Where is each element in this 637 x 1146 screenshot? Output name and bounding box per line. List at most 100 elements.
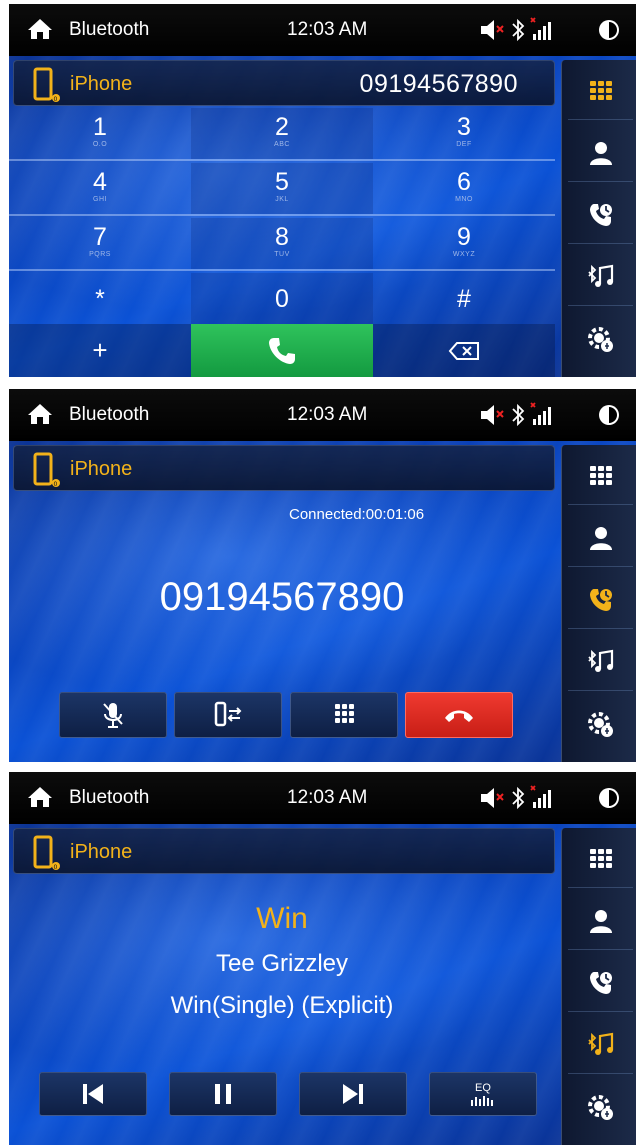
track-album: Win(Single) (Explicit) (170, 992, 394, 1019)
equalizer-icon (471, 1096, 493, 1106)
key-3[interactable]: 3 DEF (373, 108, 555, 159)
dialer-screen: Bluetooth 12:03 AM 0 iPhone 09194567890 … (9, 4, 636, 377)
transfer-audio-button[interactable] (174, 692, 282, 738)
bluetooth-icon (512, 786, 525, 810)
sidebar-item-keypad[interactable] (568, 830, 633, 888)
key-1[interactable]: 1 O.O (9, 108, 191, 159)
sidebar-item-bt-music[interactable] (568, 633, 633, 691)
call-button[interactable] (191, 324, 373, 377)
key-6[interactable]: 6 MNO (373, 163, 555, 214)
svg-text:0: 0 (54, 864, 58, 871)
mute-mic-button[interactable] (59, 692, 167, 738)
signal-icon (530, 17, 551, 40)
home-icon[interactable] (27, 786, 53, 808)
call-status: Connected:00:01:06 (289, 506, 425, 523)
mic-mute-icon (103, 703, 123, 728)
sidebar (561, 445, 636, 762)
phone-transfer-icon (214, 701, 242, 727)
svg-text:0: 0 (54, 481, 58, 488)
top-bar: Bluetooth 12:03 AM (9, 4, 636, 56)
previous-track-button[interactable] (39, 1072, 147, 1116)
phone-device-icon: 0 (33, 835, 60, 871)
sidebar-item-bt-music[interactable] (568, 248, 633, 306)
device-bar: 0 iPhone 09194567890 (13, 60, 555, 106)
keypad-row: 1 O.O 2 ABC 3 DEF (9, 108, 555, 161)
status-icons (481, 402, 551, 427)
hang-up-button[interactable] (405, 692, 513, 738)
pause-button[interactable] (169, 1072, 277, 1116)
track-artist: Tee Grizzley (215, 950, 349, 977)
track-title: Win (256, 902, 308, 935)
sidebar-item-settings[interactable] (568, 310, 633, 368)
status-icons (481, 785, 551, 810)
keypad-icon (335, 704, 354, 723)
top-bar: Bluetooth 12:03 AM (9, 772, 636, 824)
key-5[interactable]: 5 JKL (191, 163, 373, 214)
mute-icon (481, 405, 504, 425)
call-controls: + (9, 324, 555, 377)
pause-icon (215, 1084, 231, 1104)
key-hash[interactable]: # (373, 273, 555, 326)
home-icon[interactable] (27, 18, 53, 40)
status-icons (481, 17, 551, 42)
bt-music-screen: Bluetooth 12:03 AM 0 iPhone Win Tee Griz… (9, 772, 636, 1145)
hang-up-icon (445, 710, 473, 722)
device-name: iPhone (70, 458, 133, 480)
backspace-icon (448, 341, 479, 360)
key-4[interactable]: 4 GHI (9, 163, 191, 214)
sidebar-item-settings[interactable] (568, 1078, 633, 1136)
plus-button[interactable]: + (9, 324, 191, 377)
key-8[interactable]: 8 TUV (191, 218, 373, 269)
signal-icon (530, 785, 551, 808)
phone-device-icon: 0 (33, 452, 60, 488)
bluetooth-icon (512, 403, 525, 427)
sidebar-item-contacts[interactable] (568, 124, 633, 182)
sidebar-item-settings[interactable] (568, 695, 633, 753)
home-icon[interactable] (27, 403, 53, 425)
sidebar-item-recent-calls[interactable] (568, 571, 633, 629)
keypad-row: 4 GHI 5 JKL 6 MNO (9, 163, 555, 216)
phone-call-icon (269, 337, 295, 364)
brightness-icon[interactable] (597, 18, 621, 42)
sidebar-item-keypad[interactable] (568, 447, 633, 505)
keypad-icon (589, 848, 612, 868)
next-icon (343, 1084, 363, 1104)
backspace-button[interactable] (373, 324, 555, 377)
eq-label: EQ (475, 1082, 491, 1094)
recent-calls-icon (589, 971, 612, 994)
sidebar-item-recent-calls[interactable] (568, 954, 633, 1012)
keypad-button[interactable] (290, 692, 398, 738)
bluetooth-icon (512, 18, 525, 42)
eq-button[interactable]: EQ (429, 1072, 537, 1116)
sidebar-item-bt-music[interactable] (568, 1016, 633, 1074)
settings-icon (587, 712, 613, 737)
top-bar: Bluetooth 12:03 AM (9, 389, 636, 441)
device-bar: 0 iPhone (13, 445, 555, 491)
svg-text:0: 0 (54, 96, 58, 103)
recent-calls-icon (589, 588, 612, 611)
device-bar: 0 iPhone (13, 828, 555, 874)
device-name: iPhone (70, 841, 133, 863)
bt-music-icon (587, 264, 613, 287)
phone-device-icon: 0 (33, 67, 60, 103)
key-2[interactable]: 2 ABC (191, 108, 373, 159)
sidebar-item-contacts[interactable] (568, 892, 633, 950)
key-9[interactable]: 9 WXYZ (373, 218, 555, 269)
next-track-button[interactable] (299, 1072, 407, 1116)
sidebar-item-recent-calls[interactable] (568, 186, 633, 244)
key-7[interactable]: 7 PQRS (9, 218, 191, 269)
app-title: Bluetooth (69, 787, 150, 808)
key-star[interactable]: * (9, 273, 191, 326)
brightness-icon[interactable] (597, 786, 621, 810)
sidebar-item-keypad[interactable] (568, 62, 633, 120)
device-name: iPhone (70, 73, 133, 95)
dialed-number: 09194567890 (359, 70, 518, 98)
keypad-row: * 0 # (9, 273, 555, 326)
mute-icon (481, 20, 504, 40)
sidebar-item-contacts[interactable] (568, 509, 633, 567)
contacts-icon (589, 141, 612, 165)
in-call-screen: Bluetooth 12:03 AM 0 iPhone Connected:00… (9, 389, 636, 762)
brightness-icon[interactable] (597, 403, 621, 427)
key-0[interactable]: 0 (191, 273, 373, 326)
bt-music-icon (587, 649, 613, 672)
